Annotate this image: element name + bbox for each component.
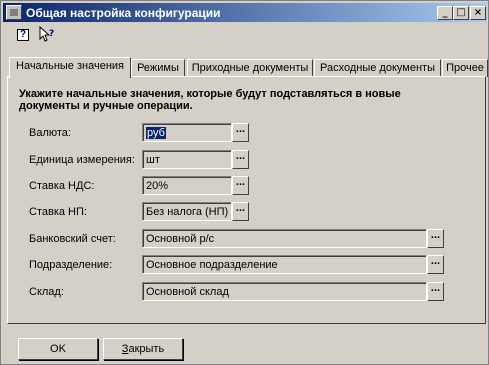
warehouse-label: Склад: [29, 286, 64, 298]
bank-account-value: Основной р/с [146, 233, 215, 245]
sales-tax-field[interactable]: Без налога (НП) [142, 202, 232, 221]
config-window: Общая настройка конфигурации _ □ × ? ? Н… [0, 0, 489, 365]
tab-initial-values[interactable]: Начальные значения [9, 57, 131, 78]
vat-rate-value: 20% [146, 180, 169, 192]
sales-tax-label: Ставка НП: [29, 206, 87, 218]
bank-account-select-button[interactable]: ... [427, 229, 444, 248]
tab-incoming-docs[interactable]: Приходные документы [187, 59, 313, 77]
department-field[interactable]: Основное подразделение [142, 255, 427, 274]
whats-this-icon: ? [39, 25, 54, 42]
vat-rate-select-button[interactable]: ... [232, 176, 249, 195]
close-button[interactable]: Закрыть [103, 338, 183, 360]
close-window-button[interactable]: × [470, 6, 486, 20]
sales-tax-select-button[interactable]: ... [232, 202, 249, 221]
unit-select-button[interactable]: ... [232, 150, 249, 169]
department-label: Подразделение: [29, 259, 113, 271]
window-title: Общая настройка конфигурации [26, 6, 221, 20]
instruction-text: Укажите начальные значения, которые буду… [19, 88, 401, 112]
app-icon [6, 5, 22, 20]
svg-text:?: ? [49, 29, 54, 39]
ok-button[interactable]: OK [18, 338, 98, 360]
help-icon: ? [17, 29, 29, 41]
unit-field[interactable]: шт [142, 150, 232, 169]
currency-field[interactable]: руб [142, 123, 232, 142]
vat-rate-field[interactable]: 20% [142, 176, 232, 195]
whats-this-button[interactable]: ? [37, 25, 57, 44]
warehouse-field[interactable]: Основной склад [142, 282, 427, 301]
unit-label: Единица измерения: [29, 154, 135, 166]
tab-strip: Начальные значения Режимы Приходные доку… [3, 57, 488, 78]
toolbar: ? ? [3, 23, 487, 47]
tab-outgoing-docs[interactable]: Расходные документы [314, 59, 441, 77]
currency-value: руб [146, 127, 166, 139]
department-select-button[interactable]: ... [427, 255, 444, 274]
minimize-button[interactable]: _ [437, 6, 453, 20]
tab-other[interactable]: Прочее [442, 59, 488, 77]
warehouse-select-button[interactable]: ... [427, 282, 444, 301]
unit-value: шт [146, 154, 160, 166]
bank-account-field[interactable]: Основной р/с [142, 229, 427, 248]
warehouse-value: Основной склад [146, 286, 229, 298]
bank-account-label: Банковский счет: [29, 233, 116, 245]
title-bar[interactable]: Общая настройка конфигурации _ □ × [3, 3, 487, 22]
currency-label: Валюта: [29, 127, 71, 139]
tab-modes[interactable]: Режимы [131, 59, 185, 77]
department-value: Основное подразделение [146, 259, 278, 271]
close-button-label: акрыть [128, 343, 165, 355]
help-button[interactable]: ? [13, 26, 33, 44]
currency-select-button[interactable]: ... [232, 123, 249, 142]
maximize-button[interactable]: □ [453, 6, 469, 20]
sales-tax-value: Без налога (НП) [146, 206, 229, 218]
vat-rate-label: Ставка НДС: [29, 180, 95, 192]
